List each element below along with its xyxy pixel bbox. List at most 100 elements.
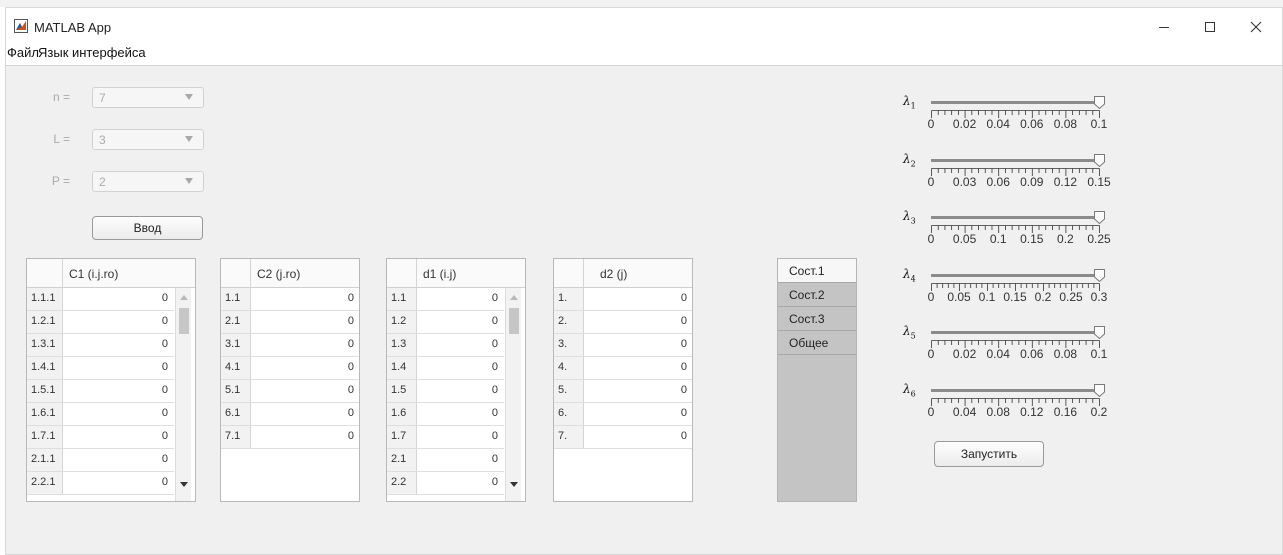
lambda-label: λ1 <box>903 94 916 110</box>
table-cell[interactable]: 0 <box>252 380 359 402</box>
table-cell[interactable]: 0 <box>64 334 174 356</box>
lambda-symbol: λ <box>903 209 911 223</box>
table-cell[interactable]: 0 <box>418 472 504 494</box>
chevron-down-icon <box>185 94 193 100</box>
tab-state-2[interactable]: Сост.2 <box>778 283 856 307</box>
table-cell[interactable]: 0 <box>64 288 174 310</box>
scroll-thumb[interactable] <box>509 308 519 334</box>
slider-thumb[interactable] <box>1094 211 1105 224</box>
table-cell[interactable]: 0 <box>64 357 174 379</box>
table-cell[interactable]: 0 <box>64 380 174 402</box>
table-cell[interactable]: 0 <box>585 357 692 379</box>
tab-state-3[interactable]: Сост.3 <box>778 307 856 331</box>
table-cell[interactable]: 0 <box>585 288 692 310</box>
table-c2[interactable]: C2 (j.ro) 1.1 0 2.1 0 3.1 0 4.1 0 5.1 0 6.1 0 7.1 0 <box>220 258 360 502</box>
slider-tick-label: 0.08 <box>1053 347 1078 361</box>
table-cell[interactable]: 0 <box>252 357 359 379</box>
column-header-c1[interactable]: C1 (i.j.ro) <box>69 267 118 281</box>
table-cell[interactable]: 0 <box>418 449 504 471</box>
table-d2[interactable]: d2 (j) 1. 0 2. 0 3. 0 4. 0 5. 0 6. 0 7. 0 <box>553 258 693 502</box>
table-cell[interactable]: 0 <box>418 288 504 310</box>
tab-state-1[interactable]: Сост.1 <box>778 259 856 283</box>
row-header: 2. <box>554 311 584 333</box>
row-header: 1.1.1 <box>27 288 63 310</box>
table-cell[interactable]: 0 <box>585 426 692 448</box>
row-header: 1.1 <box>221 288 251 310</box>
input-button[interactable]: Ввод <box>92 216 203 240</box>
lambda-symbol: λ <box>903 94 911 108</box>
slider-thumb[interactable] <box>1094 153 1105 167</box>
table-cell[interactable]: 0 <box>64 472 174 494</box>
lambda-index: 2 <box>910 158 916 168</box>
table-cell[interactable]: 0 <box>585 403 692 425</box>
table-cell[interactable]: 0 <box>418 426 504 448</box>
lambda-slider-track[interactable] <box>931 216 1099 219</box>
row-header: 4. <box>554 357 584 379</box>
row-header: 4.1 <box>221 357 251 379</box>
lambda-index: 4 <box>910 273 916 283</box>
slider-tick-label: 0.2 <box>1090 404 1108 419</box>
table-c1-scrollbar[interactable] <box>175 288 191 501</box>
tab-overall[interactable]: Общее <box>778 331 856 355</box>
slider-tick-label: 0.02 <box>952 117 977 131</box>
table-cell[interactable]: 0 <box>252 403 359 425</box>
param-l-value: 3 <box>99 133 106 147</box>
table-cell[interactable]: 0 <box>585 380 692 402</box>
table-cell[interactable]: 0 <box>418 403 504 425</box>
table-cell[interactable]: 0 <box>418 311 504 333</box>
table-cell[interactable]: 0 <box>585 334 692 356</box>
table-row: 1.1.1 0 <box>27 288 174 311</box>
table-cell[interactable]: 0 <box>252 426 359 448</box>
lambda-slider-track[interactable] <box>931 388 1099 392</box>
table-cell[interactable]: 0 <box>64 311 174 333</box>
table-d1-scrollbar[interactable] <box>505 288 521 501</box>
menu-file[interactable]: Файл <box>7 45 39 60</box>
scroll-thumb[interactable] <box>179 308 189 334</box>
close-button[interactable] <box>1236 14 1276 40</box>
lambda-slider-track[interactable] <box>931 158 1099 162</box>
param-p-dropdown[interactable]: 2 <box>92 171 204 192</box>
table-cell[interactable]: 0 <box>64 403 174 425</box>
table-cell[interactable]: 0 <box>418 357 504 379</box>
table-c1[interactable]: C1 (i.j.ro) 1.1.1 0 1.2.1 0 1.3.1 0 1.4.1 0 1.5.… <box>26 258 196 502</box>
slider-thumb[interactable] <box>1094 383 1105 397</box>
slider-tick-label: 0.25 <box>1059 289 1083 304</box>
slider-tick-label: 0.06 <box>1020 347 1044 361</box>
lambda-slider-track[interactable] <box>931 101 1099 104</box>
table-cell[interactable]: 0 <box>585 311 692 333</box>
title-bar: MATLAB App <box>6 8 1282 40</box>
table-cell[interactable]: 0 <box>418 380 504 402</box>
minimize-button[interactable] <box>1144 14 1184 40</box>
table-d1-header: d1 (i.j) <box>387 259 525 288</box>
table-cell[interactable]: 0 <box>418 334 504 356</box>
slider-thumb[interactable] <box>1094 96 1105 109</box>
lambda-slider-track[interactable] <box>931 331 1099 334</box>
table-d1[interactable]: d1 (i.j) 1.1 0 1.2 0 1.3 0 1.4 0 1.5 0 1.6 0 1.7 0 2.1… <box>386 258 526 502</box>
slider-tick-label: 0.3 <box>1090 289 1108 304</box>
table-row: 5.1 0 <box>221 380 359 403</box>
menu-interface-language[interactable]: Язык интерфейса <box>38 45 146 60</box>
param-l-dropdown[interactable]: 3 <box>92 129 204 150</box>
table-corner <box>554 259 584 288</box>
table-cell[interactable]: 0 <box>252 288 359 310</box>
table-row: 2.2.1 0 <box>27 472 174 495</box>
slider-tick-label: 0.06 <box>1020 117 1044 131</box>
table-row: 1.6 0 <box>387 403 504 426</box>
run-button-label: Запустить <box>960 447 1018 461</box>
lambda-slider-track[interactable] <box>931 273 1099 277</box>
param-n-dropdown[interactable]: 7 <box>92 87 204 108</box>
slider-thumb[interactable] <box>1094 326 1105 339</box>
slider-tick-label: 0.1 <box>989 232 1007 246</box>
lambda-label: λ5 <box>903 324 916 340</box>
table-cell[interactable]: 0 <box>252 334 359 356</box>
column-header-d2[interactable]: d2 (j) <box>600 267 627 281</box>
table-cell[interactable]: 0 <box>252 311 359 333</box>
run-button[interactable]: Запустить <box>934 441 1044 467</box>
maximize-button[interactable] <box>1190 14 1230 40</box>
column-header-d1[interactable]: d1 (i.j) <box>423 267 456 281</box>
column-header-c2[interactable]: C2 (j.ro) <box>257 267 300 281</box>
row-header: 1.1 <box>387 288 417 310</box>
table-cell[interactable]: 0 <box>64 426 174 448</box>
table-cell[interactable]: 0 <box>64 449 174 471</box>
slider-thumb[interactable] <box>1094 268 1105 282</box>
